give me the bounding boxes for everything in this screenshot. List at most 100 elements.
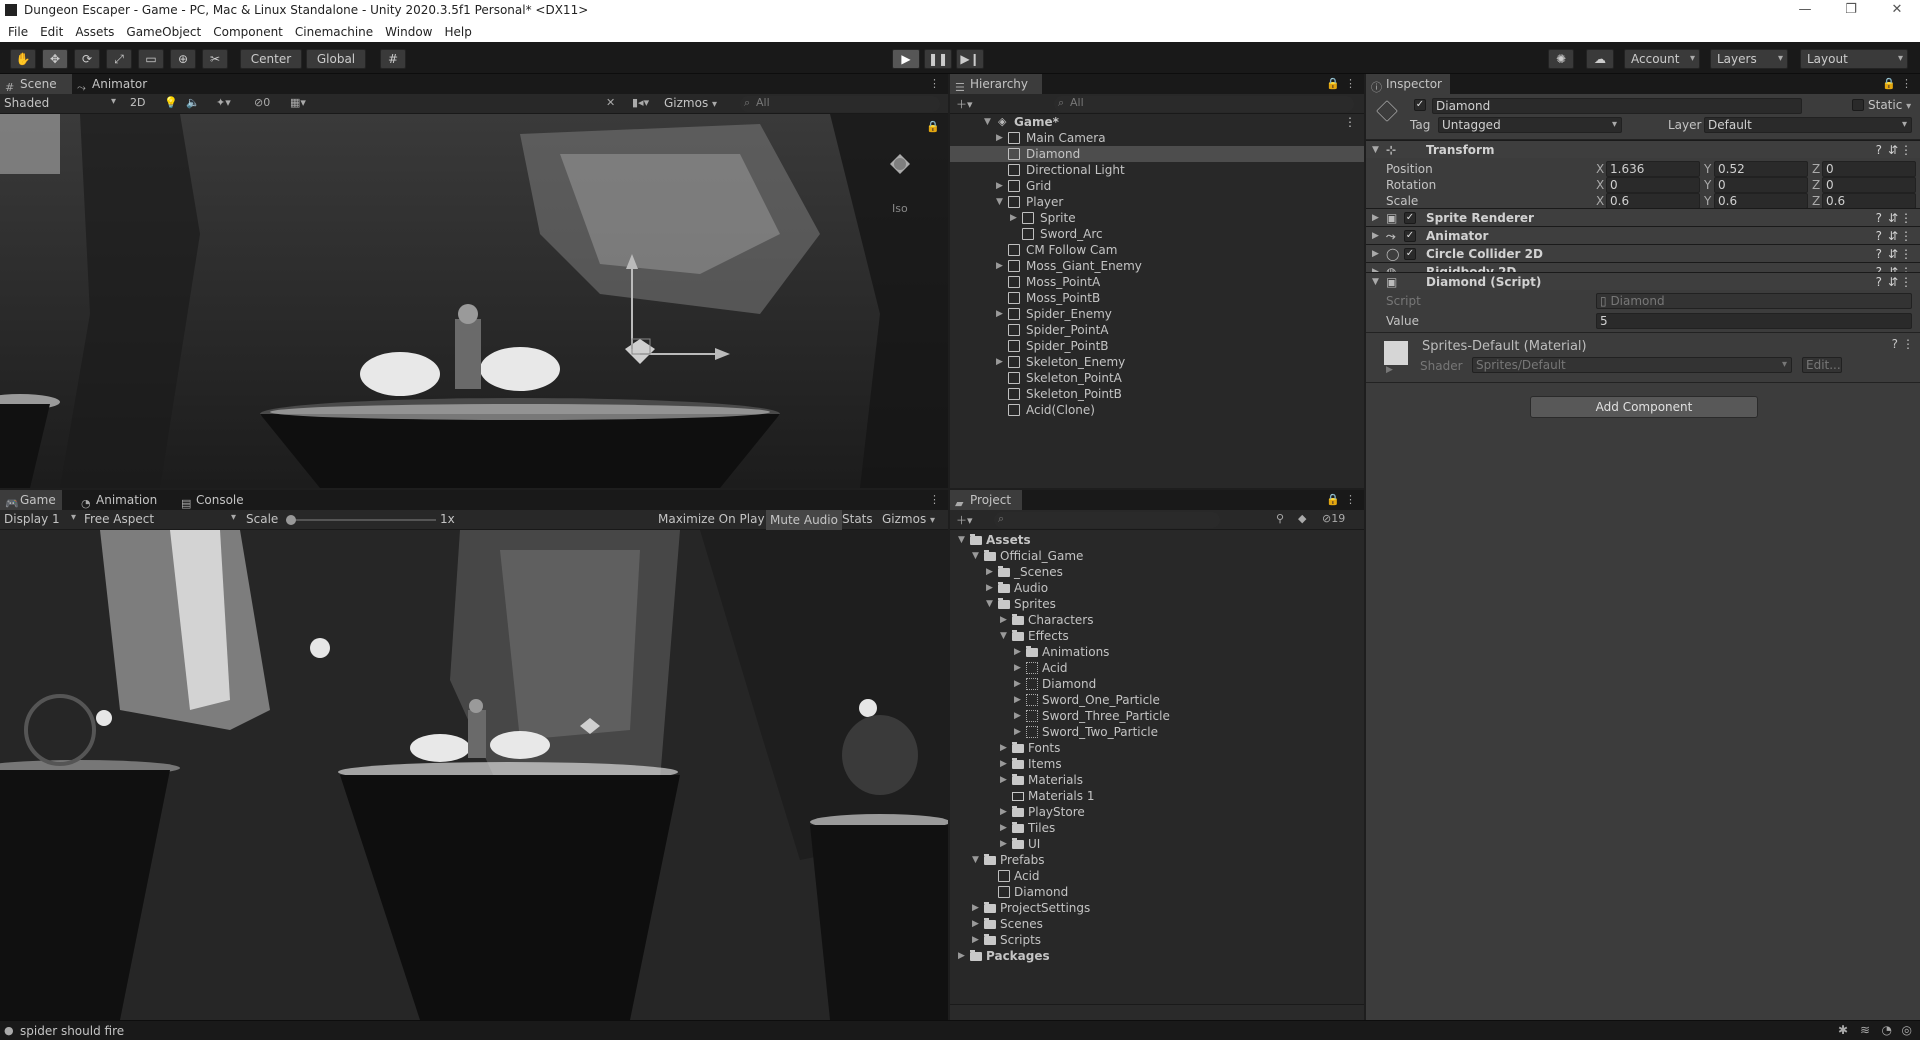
expand-arrow-open-icon[interactable]: ▼ (972, 548, 979, 564)
display-dropdown[interactable]: Display 1 ▾ (4, 512, 76, 526)
panel-menu-icon[interactable]: ⋮ (1345, 77, 1356, 90)
move-tool-icon[interactable]: ✥ (42, 49, 68, 69)
project-item[interactable]: ▶ Packages (950, 948, 1364, 964)
menu-help[interactable]: Help (439, 22, 478, 42)
component-enabled-checkbox[interactable]: ✓ (1404, 248, 1416, 260)
transform-y-field[interactable]: 0.52 (1714, 161, 1808, 177)
preset-icon[interactable]: ⇵ (1888, 209, 1898, 227)
component-header[interactable]: ▶ ◯ ✓ Circle Collider 2D? ⇵ ⋮ (1366, 244, 1920, 262)
expand-arrow-icon[interactable]: ▶ (1014, 724, 1021, 740)
game-viewport[interactable] (0, 530, 948, 1020)
menu-cinemachine[interactable]: Cinemachine (289, 22, 379, 42)
component-header[interactable]: ▶ ⤳ ✓ Animator? ⇵ ⋮ (1366, 226, 1920, 244)
transform-y-field[interactable]: 0 (1714, 177, 1808, 193)
expand-arrow-icon[interactable]: ▶ (1014, 676, 1021, 692)
expand-arrow-open-icon[interactable]: ▼ (958, 532, 965, 548)
expand-arrow-icon[interactable]: ▶ (1010, 210, 1017, 226)
stats-toggle[interactable]: Stats (842, 512, 873, 526)
hierarchy-item[interactable]: Skeleton_PointA (950, 370, 1364, 386)
hierarchy-item[interactable]: Spider_PointA (950, 322, 1364, 338)
project-item[interactable]: ▼ Prefabs (950, 852, 1364, 868)
expand-arrow-icon[interactable]: ▶ (1014, 660, 1021, 676)
rotate-tool-icon[interactable]: ⟳ (74, 49, 100, 69)
hierarchy-item[interactable]: Sword_Arc (950, 226, 1364, 242)
pivot-global-button[interactable]: Global (306, 49, 366, 69)
cache-icon[interactable]: ◔ (1882, 1023, 1892, 1037)
component-enabled-checkbox[interactable]: ✓ (1404, 212, 1416, 224)
tab-inspector[interactable]: ⓘ Inspector (1366, 74, 1450, 94)
panel-menu-icon[interactable]: ⋮ (1345, 493, 1356, 506)
add-component-button[interactable]: Add Component (1530, 396, 1758, 418)
camera-icon[interactable]: ▮◂▾ (632, 96, 649, 109)
foldout-arrow-icon[interactable]: ▼ (1372, 141, 1379, 159)
panel-menu-icon[interactable]: ⋮ (929, 77, 940, 90)
tab-project[interactable]: ▰ Project (950, 490, 1022, 510)
scene-root-row[interactable]: ▼ ◈ Game* ⋮ (950, 114, 1364, 130)
foldout-arrow-icon[interactable]: ▶ (1372, 245, 1379, 263)
game-gizmos-dropdown[interactable]: Gizmos ▾ (882, 512, 944, 526)
project-item[interactable]: ▶ Animations (950, 644, 1364, 660)
expand-arrow-icon[interactable]: ▶ (1000, 804, 1007, 820)
custom-tool-icon[interactable]: ✂ (202, 49, 228, 69)
mute-audio-toggle[interactable]: Mute Audio (766, 510, 842, 530)
maximize-button[interactable]: ❐ (1828, 0, 1874, 22)
hierarchy-item[interactable]: ▶ Sprite (950, 210, 1364, 226)
scale-slider[interactable] (286, 515, 436, 525)
value-field[interactable]: 5 (1596, 313, 1912, 329)
static-label[interactable]: Static ▾ (1868, 98, 1911, 112)
hierarchy-item[interactable]: Diamond (950, 146, 1364, 162)
static-checkbox[interactable] (1852, 99, 1864, 111)
foldout-arrow-icon[interactable]: ▼ (1372, 273, 1379, 291)
status-message[interactable]: spider should fire (20, 1024, 124, 1038)
menu-window[interactable]: Window (379, 22, 438, 42)
hand-tool-icon[interactable]: ✋ (10, 49, 36, 69)
help-icon[interactable]: ? (1876, 209, 1882, 227)
shader-dropdown[interactable]: Sprites/Default ▾ (1472, 357, 1792, 373)
active-checkbox[interactable]: ✓ (1414, 99, 1426, 111)
project-item[interactable]: ▶ UI (950, 836, 1364, 852)
material-foldout-icon[interactable]: ▶ (1386, 365, 1393, 375)
expand-arrow-icon[interactable]: ▶ (1000, 756, 1007, 772)
pivot-center-button[interactable]: Center (240, 49, 302, 69)
layer-dropdown[interactable]: Default ▾ (1704, 117, 1912, 133)
preset-icon[interactable]: ⇵ (1888, 245, 1898, 263)
play-button[interactable]: ▶ (892, 49, 920, 69)
expand-arrow-icon[interactable]: ▶ (996, 258, 1003, 274)
expand-arrow-open-icon[interactable]: ▼ (972, 852, 979, 868)
transform-y-field[interactable]: 0.6 (1714, 193, 1808, 209)
hierarchy-item[interactable]: CM Follow Cam (950, 242, 1364, 258)
shading-dropdown[interactable]: Shaded ▾ (4, 96, 116, 112)
account-dropdown[interactable]: Account (1624, 49, 1700, 69)
hidden-packages-icon[interactable]: ⊘19 (1322, 512, 1345, 525)
layout-dropdown[interactable]: Layout (1800, 49, 1908, 69)
scene-gizmos-dropdown[interactable]: Gizmos ▾ (664, 96, 730, 110)
hierarchy-item[interactable]: ▶ Moss_Giant_Enemy (950, 258, 1364, 274)
transform-z-field[interactable]: 0.6 (1822, 193, 1916, 209)
component-menu-icon[interactable]: ⋮ (1900, 273, 1912, 291)
material-menu-icon[interactable]: ⋮ (1902, 337, 1914, 351)
expand-arrow-icon[interactable]: ▶ (972, 916, 979, 932)
component-menu-icon[interactable]: ⋮ (1900, 227, 1912, 245)
lock-icon[interactable]: 🔒 (1326, 493, 1340, 506)
project-item[interactable]: ▶ PlayStore (950, 804, 1364, 820)
close-button[interactable]: ✕ (1874, 0, 1920, 22)
pause-button[interactable]: ❚❚ (924, 49, 952, 69)
tab-console[interactable]: ▤ Console (176, 490, 256, 510)
lighting-status-icon[interactable]: ◎ (1902, 1023, 1912, 1037)
project-item[interactable]: ▶ Tiles (950, 820, 1364, 836)
expand-arrow-icon[interactable]: ▶ (958, 948, 965, 964)
tab-animation[interactable]: ◔ Animation (76, 490, 166, 510)
expand-arrow-icon[interactable]: ▶ (986, 564, 993, 580)
help-icon[interactable]: ? (1876, 273, 1882, 291)
expand-arrow-icon[interactable]: ▶ (996, 306, 1003, 322)
menu-gameobject[interactable]: GameObject (120, 22, 207, 42)
progress-icon[interactable]: ≋ (1860, 1023, 1870, 1037)
object-name-field[interactable]: Diamond (1432, 98, 1802, 114)
scene-viewport[interactable]: Iso 🔒 (0, 114, 948, 488)
expand-arrow-icon[interactable]: ▶ (1000, 772, 1007, 788)
project-item[interactable]: ▶ Acid (950, 660, 1364, 676)
expand-arrow-open-icon[interactable]: ▼ (986, 596, 993, 612)
hierarchy-item[interactable]: Moss_PointA (950, 274, 1364, 290)
project-item[interactable]: Acid (950, 868, 1364, 884)
search-by-type-icon[interactable]: ⚲ (1276, 512, 1284, 525)
